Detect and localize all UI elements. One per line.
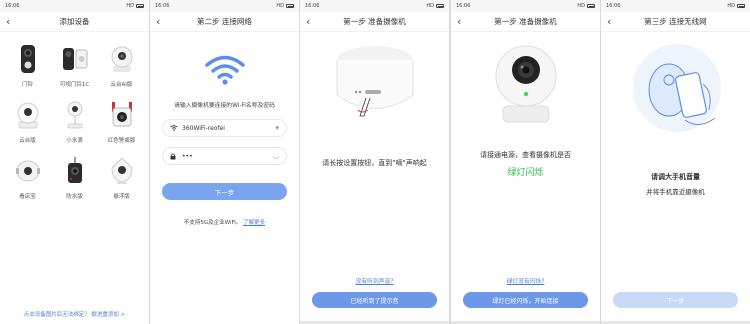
page-title: 第一步 准备摄像机: [343, 17, 406, 26]
reset-instruction: 请长按设置按钮，直到"嘀"声响起: [322, 159, 427, 167]
wifi-icon: [150, 54, 299, 86]
status-bar: 16:06 HD: [451, 0, 600, 12]
screenshot-strip: 16:06 HD ‹ 添加设备 门铃 可视门铃1C 云台AI版 云台版 小水滴 …: [0, 0, 750, 324]
video-doorbell-icon: [58, 42, 92, 76]
rebind-help-link[interactable]: 点击设备图片后无法绑定？ 歇进重添加 >: [0, 310, 149, 318]
back-icon[interactable]: ‹: [457, 15, 461, 28]
wifi-password-field[interactable]: ••• ◡: [162, 147, 287, 165]
device-ptz-ai[interactable]: 云台AI版: [98, 42, 145, 88]
camera-power-illustration: [491, 38, 561, 132]
nav-bar: ‹ 第一步 准备摄像机: [300, 12, 449, 32]
waterproof-camera-icon: [58, 154, 92, 188]
battery-icon: [587, 4, 595, 8]
red-alert-camera-icon: [105, 98, 139, 132]
device-label: 门铃: [21, 82, 33, 88]
nav-bar: ‹ 添加设备: [0, 12, 149, 32]
page-title: 第三步 连接无线网: [644, 17, 707, 26]
device-waterproof[interactable]: 防水版: [51, 154, 98, 200]
screen-connect-network: 16:06 HD ‹ 第二步 连接网络 请输入摄像机要连接的Wi-Fi名称及密码…: [150, 0, 299, 324]
no-green-light-link[interactable]: 绿灯没有闪烁?: [451, 276, 600, 285]
back-icon[interactable]: ‹: [306, 15, 310, 28]
wifi-ssid-field[interactable]: 360WiFi-reofei ▾: [162, 119, 287, 137]
device-red-alert[interactable]: 红色警戒版: [98, 98, 145, 144]
page-title: 第一步 准备摄像机: [494, 17, 557, 26]
note-text: 不支持5G及企业WiFi。: [183, 220, 242, 226]
device-label: 防水版: [66, 194, 83, 200]
device-label: 看店宝: [19, 194, 36, 200]
no-sound-link[interactable]: 没有听到声音?: [300, 276, 449, 285]
page-title: 添加设备: [59, 17, 90, 26]
device-ptz[interactable]: 云台版: [4, 98, 51, 144]
network-label: HD: [727, 3, 735, 9]
device-label: 云台版: [19, 138, 36, 144]
network-label: HD: [577, 3, 585, 9]
start-connect-button[interactable]: 绿灯已经闪烁，开始连接: [463, 292, 588, 308]
store-camera-icon: [11, 154, 45, 188]
next-button[interactable]: 下一步: [613, 292, 738, 308]
battery-icon: [286, 4, 294, 8]
wifi-hint: 请输入摄像机要连接的Wi-Fi名称及密码: [174, 103, 275, 109]
status-bar: 16:06 HD: [300, 0, 449, 12]
status-bar: 16:06 HD: [0, 0, 149, 12]
nav-bar: ‹ 第三步 连接无线网: [601, 12, 750, 32]
ptz-camera-icon: [11, 98, 45, 132]
screen-prepare-camera-reset: 16:06 HD ‹ 第一步 准备摄像机 请长按设置按钮，直到"嘀"声响起 没有…: [300, 0, 449, 324]
unsupported-note: 不支持5G及企业WiFi。 了解更多: [150, 218, 299, 226]
password-value: •••: [182, 152, 193, 160]
screen-connect-wireless: 16:06 HD ‹ 第三步 连接无线网 请调大手机音量 并将手机靠近摄像机 下…: [601, 0, 750, 324]
device-doorbell[interactable]: 门铃: [4, 42, 51, 88]
network-label: HD: [426, 3, 434, 9]
green-light-flashing: 绿灯闪烁: [507, 168, 544, 178]
back-icon[interactable]: ‹: [607, 15, 611, 28]
phone-near-camera-illustration: [629, 40, 724, 144]
status-time: 16:06: [305, 3, 320, 9]
network-label: HD: [276, 3, 284, 9]
network-label: HD: [126, 3, 134, 9]
status-time: 16:06: [155, 3, 170, 9]
ptz-camera-ai-icon: [105, 42, 139, 76]
back-icon[interactable]: ‹: [156, 15, 160, 28]
device-label: 可视门铃1C: [59, 82, 90, 88]
wifi-small-icon: [170, 125, 179, 131]
camera-reset-illustration: [330, 40, 420, 134]
ssid-value: 360WiFi-reofei: [182, 124, 225, 132]
proximity-instruction: 并将手机靠近摄像机: [646, 188, 705, 196]
device-label: 红色警戒版: [107, 138, 136, 144]
battery-icon: [136, 4, 144, 8]
small-drop-camera-icon: [58, 98, 92, 132]
heard-prompt-button[interactable]: 已经听到了提示音: [312, 292, 437, 308]
status-bar: 16:06 HD: [150, 0, 299, 12]
power-instruction: 请接通电源，查看摄像机是否: [480, 151, 571, 159]
status-time: 16:06: [5, 3, 20, 9]
nav-bar: ‹ 第二步 连接网络: [150, 12, 299, 32]
device-store[interactable]: 看店宝: [4, 154, 51, 200]
volume-instruction: 请调大手机音量: [651, 173, 700, 181]
lock-icon: [170, 153, 179, 160]
eye-closed-icon[interactable]: ◡: [273, 152, 279, 160]
device-label: 云台AI版: [110, 82, 133, 88]
device-small-drop[interactable]: 小水滴: [51, 98, 98, 144]
device-video-doorbell[interactable]: 可视门铃1C: [51, 42, 98, 88]
nav-bar: ‹ 第一步 准备摄像机: [451, 12, 600, 32]
battery-icon: [737, 4, 745, 8]
floating-camera-icon: [105, 154, 139, 188]
battery-icon: [436, 4, 444, 8]
status-time: 16:06: [456, 3, 471, 9]
screen-add-device: 16:06 HD ‹ 添加设备 门铃 可视门铃1C 云台AI版 云台版 小水滴 …: [0, 0, 149, 324]
back-icon[interactable]: ‹: [6, 15, 10, 28]
device-floating[interactable]: 悬浮版: [98, 154, 145, 200]
dropdown-icon[interactable]: ▾: [275, 124, 279, 132]
page-title: 第二步 连接网络: [197, 17, 252, 26]
screen-prepare-camera-power: 16:06 HD ‹ 第一步 准备摄像机 请接通电源，查看摄像机是否 绿灯闪烁 …: [451, 0, 600, 324]
status-time: 16:06: [606, 3, 621, 9]
next-button[interactable]: 下一步: [162, 183, 287, 200]
device-label: 悬浮版: [113, 194, 130, 200]
status-bar: 16:06 HD: [601, 0, 750, 12]
doorbell-icon: [11, 42, 45, 76]
device-label: 小水滴: [66, 138, 83, 144]
device-grid: 门铃 可视门铃1C 云台AI版 云台版 小水滴 红色警戒版 看店宝 防水版 悬浮…: [0, 32, 149, 200]
learn-more-link[interactable]: 了解更多: [243, 220, 265, 226]
